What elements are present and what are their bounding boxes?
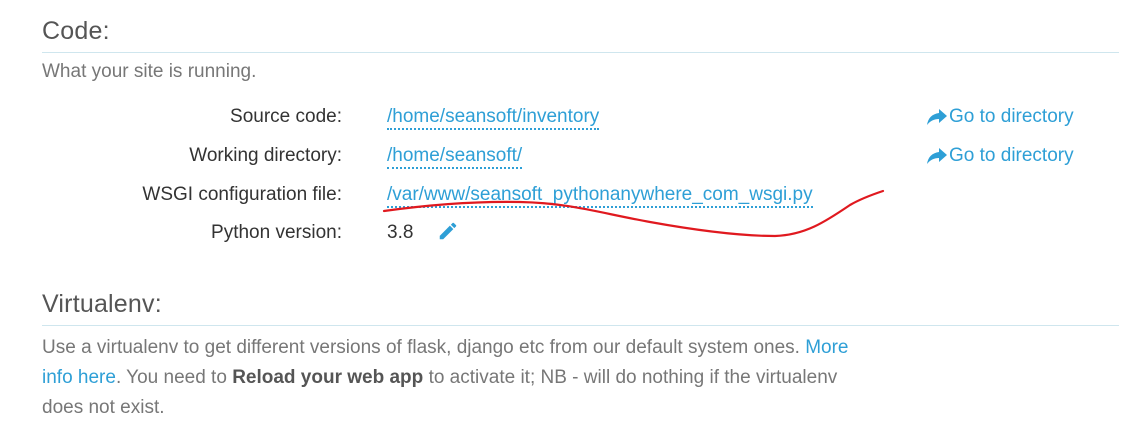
pencil-icon[interactable] xyxy=(437,220,459,242)
virtualenv-text-part-1: Use a virtualenv to get different versio… xyxy=(42,337,800,358)
working-directory-label: Working directory: xyxy=(189,145,342,166)
share-arrow-icon xyxy=(927,148,947,164)
go-to-directory-label: Go to directory xyxy=(949,145,1074,166)
source-code-label: Source code: xyxy=(230,106,342,127)
web-app-config-page: Code: What your site is running. Source … xyxy=(0,0,1144,436)
share-arrow-icon xyxy=(927,109,947,125)
virtualenv-text-part-2: . You need to xyxy=(115,367,227,388)
working-directory-go-to-directory-link[interactable]: Go to directory xyxy=(926,145,1074,167)
source-code-go-to-directory-link[interactable]: Go to directory xyxy=(926,106,1074,128)
working-directory-value: /home/seansoft/ xyxy=(387,145,523,169)
virtualenv-section-divider xyxy=(42,325,1119,326)
wsgi-config-value: /var/www/seansoft_pythonanywhere_com_wsg… xyxy=(387,184,813,208)
source-code-value: /home/seansoft/inventory xyxy=(387,106,600,130)
reload-web-app-text: Reload your web app xyxy=(232,367,424,388)
source-code-path-link[interactable]: /home/seansoft/inventory xyxy=(387,106,600,130)
working-directory-path-link[interactable]: /home/seansoft/ xyxy=(387,145,523,169)
wsgi-config-path-link[interactable]: /var/www/seansoft_pythonanywhere_com_wsg… xyxy=(387,184,813,208)
wsgi-config-label: WSGI configuration file: xyxy=(142,184,342,205)
code-section-title: Code: xyxy=(42,17,110,45)
python-version-label: Python version: xyxy=(211,222,342,243)
code-section-description: What your site is running. xyxy=(42,61,257,82)
virtualenv-description: Use a virtualenv to get different versio… xyxy=(42,333,872,423)
code-section-divider xyxy=(42,52,1119,53)
go-to-directory-label: Go to directory xyxy=(949,106,1074,127)
virtualenv-section-title: Virtualenv: xyxy=(42,290,162,318)
python-version-value: 3.8 xyxy=(387,222,414,243)
